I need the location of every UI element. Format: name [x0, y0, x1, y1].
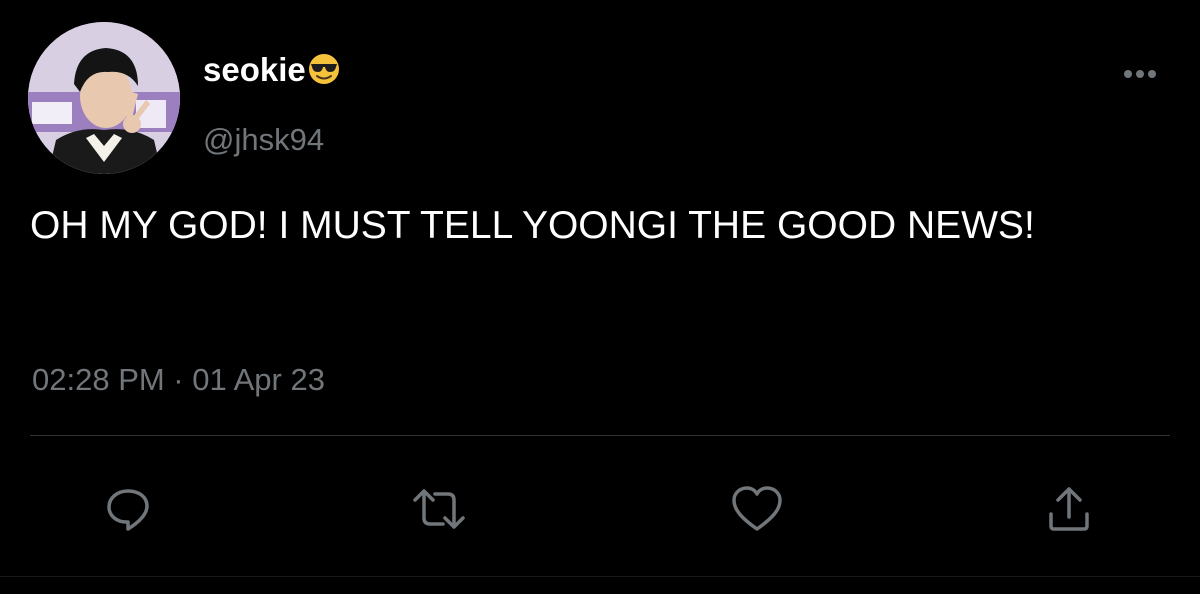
avatar[interactable] [28, 22, 180, 174]
more-options-button[interactable] [1112, 58, 1168, 90]
retweet-button[interactable] [411, 484, 467, 534]
smiling-face-with-sunglasses-icon [308, 52, 340, 96]
retweet-icon [413, 489, 465, 529]
user-handle[interactable]: @jhsk94 [203, 120, 324, 160]
avatar-photo [28, 22, 180, 174]
like-button[interactable] [730, 484, 784, 534]
reply-icon [107, 489, 149, 531]
more-options-icon [1124, 70, 1156, 78]
divider [30, 435, 1170, 436]
like-icon [732, 486, 782, 531]
display-name-text: seokie [203, 51, 306, 88]
reply-button[interactable] [103, 484, 153, 534]
share-button[interactable] [1044, 484, 1094, 534]
share-icon [1049, 487, 1089, 531]
bottom-divider [0, 576, 1200, 577]
display-name[interactable]: seokie [203, 48, 340, 96]
tweet-text: OH MY GOD! I MUST TELL YOONGI THE GOOD N… [30, 204, 1035, 247]
tweet-timestamp[interactable]: 02:28 PM · 01 Apr 23 [32, 360, 325, 400]
